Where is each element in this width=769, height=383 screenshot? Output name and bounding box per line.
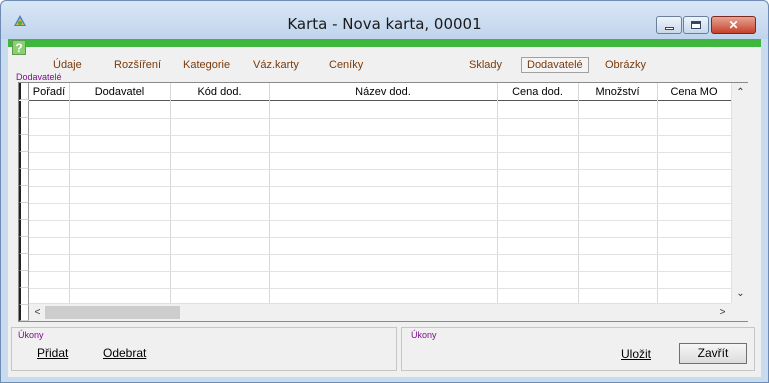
tab-rozsireni[interactable]: Rozšíření [114,59,161,71]
help-icon[interactable]: ? [12,40,26,55]
tab-kategorie[interactable]: Kategorie [183,59,230,71]
row-header-column [19,83,29,321]
tab-ceniky[interactable]: Ceníky [329,59,363,71]
column-header-cena[interactable]: Cena dod. [497,86,578,98]
actions-label-right: Úkony [411,330,437,340]
column-header-mnozstvi[interactable]: Množství [578,86,657,98]
actions-label-left: Úkony [18,330,44,340]
maximize-icon [691,21,701,29]
column-header-dodavatel[interactable]: Dodavatel [69,86,170,98]
tab-sklady[interactable]: Sklady [469,59,502,71]
tab-obrazky[interactable]: Obrázky [605,59,646,71]
suppliers-grid[interactable]: Pořadí Dodavatel Kód dod. Název dod. Cen… [18,82,748,322]
column-header-nazev[interactable]: Název dod. [269,86,497,98]
client-area: ? Údaje Rozšíření Kategorie Váz.karty Ce… [8,39,761,377]
scroll-right-icon[interactable]: > [714,305,731,321]
scroll-down-icon[interactable]: ⌄ [732,286,749,302]
horizontal-scrollbar[interactable]: < > [29,303,731,321]
tab-udaje[interactable]: Údaje [53,59,82,71]
minimize-icon [664,26,674,30]
column-header-cena-mo[interactable]: Cena MO [657,86,731,98]
close-window-button[interactable]: ✕ [711,16,756,34]
horizontal-scroll-thumb[interactable] [45,306,180,319]
status-strip [8,39,761,47]
section-title: Dodavatelé [16,72,62,82]
grid-header: Pořadí Dodavatel Kód dod. Název dod. Cen… [29,83,731,101]
maximize-button[interactable] [683,16,709,34]
window-title: Karta - Nova karta, 00001 [287,15,482,33]
close-icon: ✕ [728,18,739,32]
tab-vazkarty[interactable]: Váz.karty [253,59,299,71]
minimize-button[interactable] [656,16,682,34]
actions-panel-left: Úkony Přidat Odebrat [11,327,397,371]
scroll-left-icon[interactable]: < [29,305,46,321]
column-header-poradi[interactable]: Pořadí [29,86,69,98]
scrollbar-corner [731,303,748,321]
save-link[interactable]: Uložit [621,347,651,361]
title-bar[interactable]: Karta - Nova karta, 00001 ✕ [1,1,768,39]
column-header-kod[interactable]: Kód dod. [170,86,269,98]
remove-link[interactable]: Odebrat [103,346,146,360]
scroll-up-icon[interactable]: ⌃ [732,85,749,101]
add-link[interactable]: Přidat [37,346,68,360]
vertical-scrollbar[interactable]: ⌃ ⌄ [731,83,748,303]
tab-dodavatele[interactable]: Dodavatelé [521,57,589,73]
close-button[interactable]: Zavřít [679,343,747,364]
application-window: Karta - Nova karta, 00001 ✕ ? Údaje Rozš… [0,0,769,383]
